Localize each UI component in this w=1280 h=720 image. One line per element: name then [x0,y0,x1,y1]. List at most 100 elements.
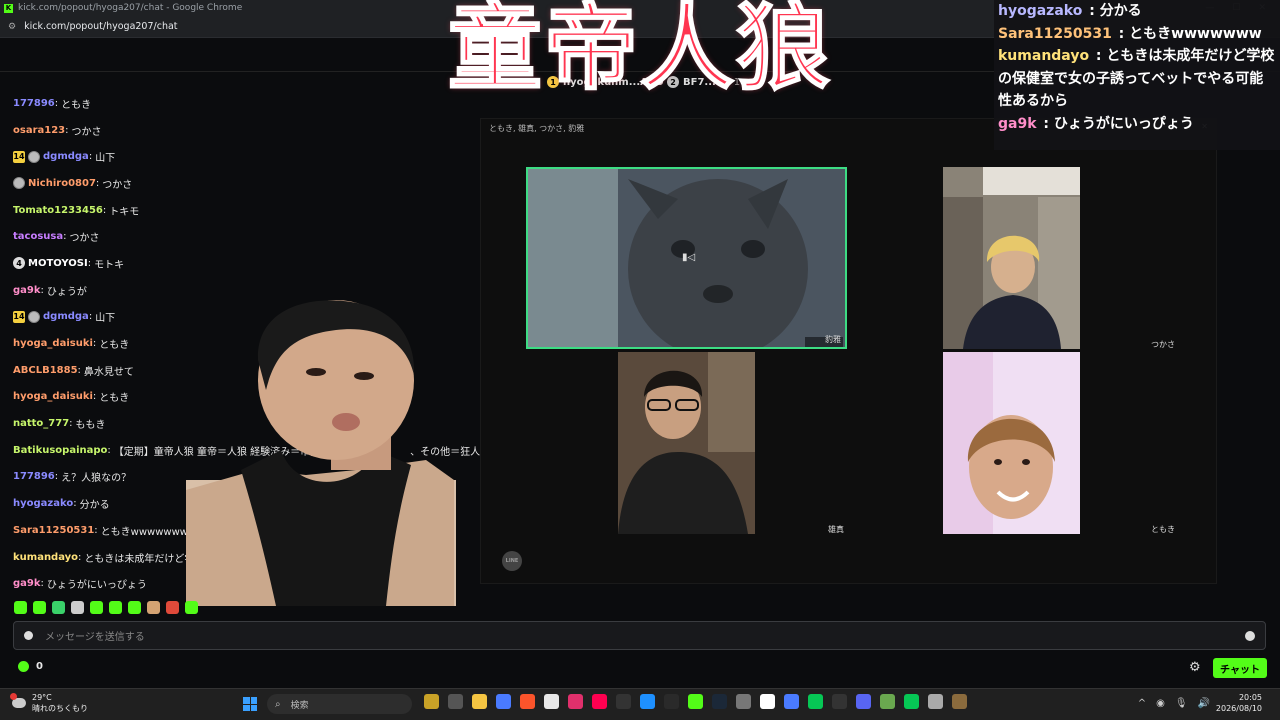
chat-username[interactable]: dgmdga [43,311,89,322]
pinned-app-icon[interactable] [544,694,559,709]
chat-message-text: つかさ [71,126,102,138]
pinned-app-icon[interactable] [856,694,871,709]
chat-message[interactable]: Tomato1233456: トキモ [13,197,483,224]
chat-username[interactable]: MOTOYOSI [28,258,88,269]
window-title: kick.com/popout/hyoga207/chat - Google C… [18,3,243,13]
tenure-badge-icon[interactable]: 14 [13,310,25,323]
chat-username[interactable]: hyogazako [13,498,73,509]
video-tile-tsukasa[interactable] [943,167,1080,349]
chat-settings-gear-icon[interactable]: ⚙ [1189,660,1201,675]
chat-username[interactable]: Batikusopainapo [13,445,107,456]
pinned-app-icon[interactable] [616,694,631,709]
chat-username[interactable]: ga9k [13,578,41,589]
chat-message-input[interactable]: メッセージを送信する [13,621,1266,650]
pinned-app-icon[interactable] [952,694,967,709]
emote-icon[interactable] [90,601,103,614]
network-icon[interactable]: ◉ [1156,698,1165,709]
chat-username[interactable]: osara123 [13,125,65,136]
chat-message[interactable]: osara123: つかさ [13,117,483,144]
chat-message[interactable]: 14 dgmdga: 山下 [13,143,483,170]
pinned-app-icon[interactable] [520,694,535,709]
pinned-app-icon[interactable] [760,694,775,709]
windows-start-icon[interactable] [243,697,257,711]
chat-username[interactable]: hyoga_daisuki [13,391,93,402]
system-tray[interactable]: ^ ◉ 🎙 🔊 [1138,698,1210,709]
emote-icon[interactable] [71,601,84,614]
pinned-app-icon[interactable] [808,694,823,709]
chat-message[interactable]: Nichiro0807: つかさ [13,170,483,197]
emote-icon[interactable] [33,601,46,614]
chat-separator: : [88,311,93,323]
video-call-window[interactable]: ともき, 雄真, つかさ, 豹雅 — ☐ ✕ ▮◁ 豹雅 [480,118,1217,584]
chat-username[interactable]: hyoga_daisuki [13,338,93,349]
pinned-app-icon[interactable] [664,694,679,709]
pinned-app-icon[interactable] [712,694,727,709]
taskbar-search[interactable]: ⌕ 検索 [267,694,412,714]
subscriber-badge-icon[interactable] [13,177,25,190]
chat-message[interactable]: 4 MOTOYOSI: モトキ [13,250,483,277]
chat-username[interactable]: dgmdga [43,151,89,162]
emote-icon[interactable] [128,601,141,614]
chat-username[interactable]: natto_777 [13,418,69,429]
video-tile-tomoki[interactable] [943,352,1080,534]
emote-icon[interactable] [166,601,179,614]
site-settings-icon[interactable]: ⚙ [8,22,16,32]
taskbar-clock[interactable]: 20:05 2026/08/10 [1216,692,1262,714]
weather-widget[interactable]: 29°C 晴れのちくもり [10,692,88,714]
chat-mode-icon[interactable] [24,631,33,640]
emote-quick-bar[interactable] [14,601,198,614]
pinned-app-icon[interactable] [880,694,895,709]
channel-points[interactable]: 0 [18,661,43,672]
overlay-chat-separator: : [1113,25,1130,42]
points-value: 0 [36,661,43,672]
chat-separator: : [69,418,73,430]
chat-username[interactable]: tacosusa [13,231,63,242]
emote-icon[interactable] [185,601,198,614]
chat-username[interactable]: Nichiro0807 [28,178,96,189]
pinned-app-icon[interactable] [568,694,583,709]
show-hidden-icons-icon[interactable]: ^ [1138,698,1146,709]
tenure-badge-icon[interactable]: 14 [13,150,25,163]
pinned-app-icon[interactable] [448,694,463,709]
chat-username[interactable]: Tomato1233456 [13,205,103,216]
pinned-app-icon[interactable] [496,694,511,709]
url-text[interactable]: kick.com/popout/hyoga207/chat [24,21,177,32]
emoji-picker-icon[interactable] [1245,630,1255,641]
chat-username[interactable]: 177896 [13,471,55,482]
chat-separator: : [107,444,111,456]
pinned-app-icon[interactable] [832,694,847,709]
chat-username[interactable]: Sara11250531 [13,525,94,536]
subscriber-badge-icon[interactable] [28,310,40,323]
emote-icon[interactable] [147,601,160,614]
pinned-app-icon[interactable] [592,694,607,709]
pinned-app-icon[interactable] [424,694,439,709]
chat-message[interactable]: 177896: ともき [13,90,483,117]
chat-username[interactable]: ga9k [13,285,41,296]
video-tile-hyouga[interactable]: ▮◁ 豹雅 [526,167,847,349]
microphone-icon[interactable]: 🎙 [1175,698,1188,709]
chat-separator: : [92,391,97,403]
pinned-app-icon[interactable] [736,694,751,709]
chat-username[interactable]: ABCLB1885 [13,365,78,376]
taskbar-pinned-apps[interactable] [424,694,967,709]
pinned-app-icon[interactable] [472,694,487,709]
emote-icon[interactable] [109,601,122,614]
emote-icon[interactable] [14,601,27,614]
pinned-app-icon[interactable] [784,694,799,709]
chat-username[interactable]: 177896 [13,98,55,109]
chat-separator: : [102,204,107,216]
video-tile-yuma[interactable] [618,352,755,534]
pinned-app-icon[interactable] [904,694,919,709]
video-feed-tsukasa [943,167,1080,349]
gift-badge-icon[interactable]: 4 [13,257,25,270]
chat-username[interactable]: kumandayo [13,552,78,563]
chat-message[interactable]: tacosusa: つかさ [13,223,483,250]
emote-icon[interactable] [52,601,65,614]
subscriber-badge-icon[interactable] [28,150,40,163]
volume-icon[interactable]: 🔊 [1198,698,1210,709]
pinned-app-icon[interactable] [640,694,655,709]
send-chat-button[interactable]: チャット [1213,658,1267,678]
pinned-app-icon[interactable] [688,694,703,709]
chat-message-text: ともき [99,393,130,405]
pinned-app-icon[interactable] [928,694,943,709]
